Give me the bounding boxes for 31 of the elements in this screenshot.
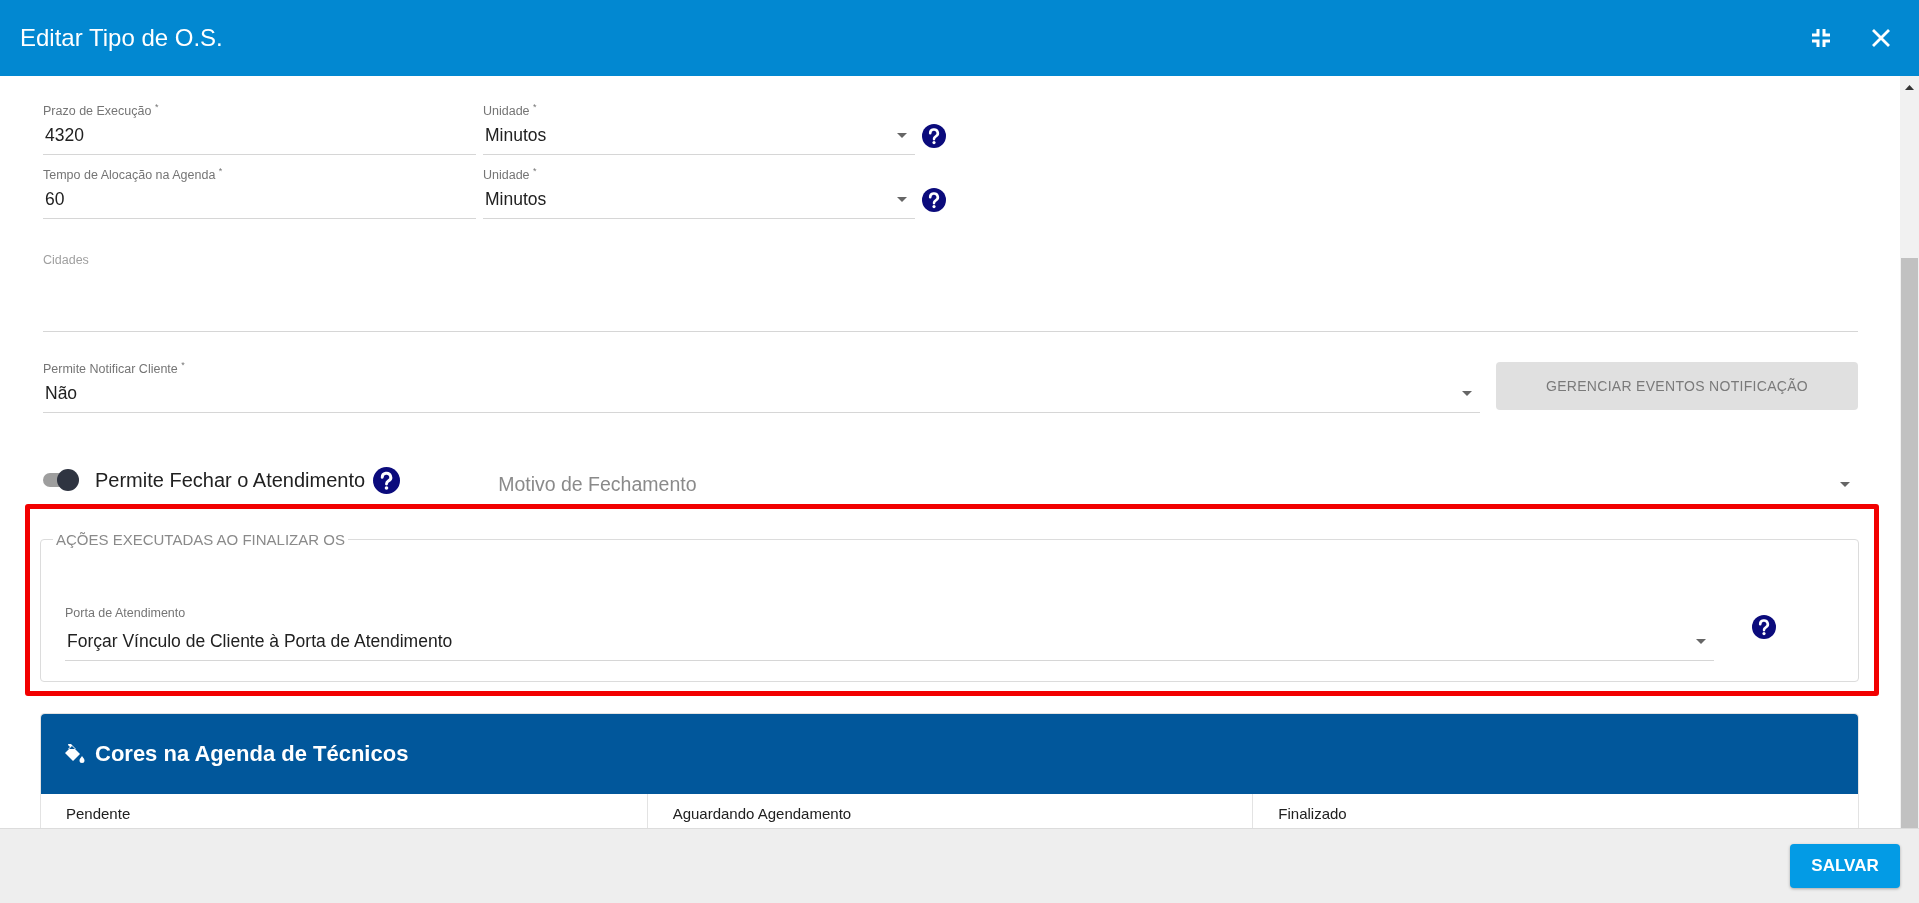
window-title: Editar Tipo de O.S.: [20, 24, 224, 52]
dropdown-caret-icon[interactable]: [1696, 638, 1706, 644]
dropdown-caret-icon[interactable]: [897, 132, 907, 138]
select-field[interactable]: Forçar Vínculo de Cliente à Porta de Atendimento: [65, 622, 1714, 661]
field-label: Tempo de Alocação na Agenda $^{*}$: [43, 165, 224, 180]
select-field[interactable]: Minutos: [483, 180, 915, 219]
help-icon[interactable]: [922, 187, 946, 212]
toggle-label: Permite Fechar o Atendimento: [95, 468, 366, 492]
toggle-switch[interactable]: [43, 469, 79, 491]
field-label: Permite Notificar Cliente $^{*}$: [43, 359, 186, 374]
scrollbar[interactable]: [1900, 76, 1919, 828]
field-label: Unidade $^{*}$: [483, 165, 538, 180]
field-label: Porta de Atendimento: [65, 605, 187, 622]
minimize-icon[interactable]: [1811, 28, 1831, 48]
field-label: Prazo de Execução $^{*}$: [43, 101, 160, 116]
dropdown-caret-icon[interactable]: [1462, 390, 1472, 396]
field-label: Cidades: [43, 252, 90, 269]
close-icon[interactable]: [1871, 28, 1891, 48]
select-field[interactable]: Minutos: [483, 116, 915, 155]
help-icon[interactable]: [1752, 614, 1776, 639]
section-legend: AÇÕES EXECUTADAS AO FINALIZAR OS: [53, 531, 348, 548]
help-icon[interactable]: [373, 466, 401, 494]
scroll-up-icon[interactable]: [1905, 85, 1914, 90]
field-label: Unidade $^{*}$: [483, 101, 538, 116]
help-icon[interactable]: [922, 123, 946, 148]
dropdown-caret-icon[interactable]: [897, 196, 907, 202]
dropdown-caret-icon[interactable]: [1840, 481, 1850, 487]
select-field[interactable]: Não: [43, 374, 1480, 413]
paint-bucket-icon: [63, 744, 85, 764]
column-header: Pendente: [65, 804, 132, 824]
panel-title: Cores na Agenda de Técnicos: [95, 741, 409, 767]
